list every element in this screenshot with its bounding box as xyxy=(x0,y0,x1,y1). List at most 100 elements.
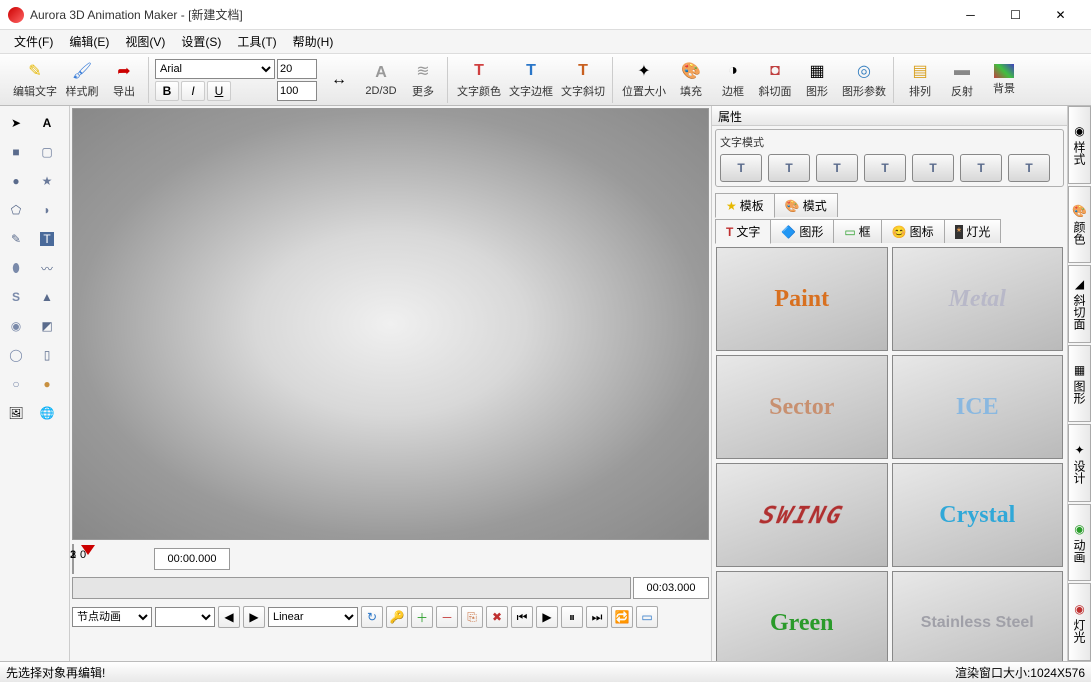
italic-button[interactable]: I xyxy=(181,81,205,101)
text-mode-3[interactable]: T xyxy=(816,154,858,182)
tool-star[interactable]: ★ xyxy=(33,168,61,194)
tool-banner[interactable]: ◗ xyxy=(33,197,61,223)
subtab-text[interactable]: T文字 xyxy=(715,219,771,244)
curve-select[interactable]: Linear xyxy=(268,607,358,627)
pause-button[interactable]: ⏸ xyxy=(561,606,583,628)
text-mode-2[interactable]: T xyxy=(768,154,810,182)
canvas-viewport[interactable] xyxy=(72,108,709,540)
text-border-button[interactable]: T文字边框 xyxy=(506,58,556,102)
text-mode-7[interactable]: T xyxy=(1008,154,1050,182)
subtab-light[interactable]: *灯光 xyxy=(944,219,1002,243)
tool-s[interactable]: S xyxy=(2,284,30,310)
preview-button[interactable]: ▭ xyxy=(636,606,658,628)
template-crystal[interactable]: Crystal xyxy=(892,463,1064,567)
arrange-button[interactable]: ▤排列 xyxy=(900,58,940,102)
menu-view[interactable]: 视图(V) xyxy=(117,31,173,52)
menu-edit[interactable]: 编辑(E) xyxy=(61,31,117,52)
template-ice[interactable]: ICE xyxy=(892,355,1064,459)
anim-preset-select[interactable] xyxy=(155,607,215,627)
go-end-button[interactable]: ⏭ xyxy=(586,606,608,628)
template-green[interactable]: Green xyxy=(716,571,888,661)
menu-file[interactable]: 文件(F) xyxy=(6,31,61,52)
tool-cylinder[interactable]: ⬮ xyxy=(2,255,30,281)
sidetab-color[interactable]: 🎨颜色 xyxy=(1068,186,1091,264)
tool-roundrect[interactable]: ▢ xyxy=(33,139,61,165)
reflect-button[interactable]: ▬反射 xyxy=(942,58,982,102)
play-button[interactable]: ▶ xyxy=(536,606,558,628)
tool-pen[interactable]: ✎ xyxy=(2,226,30,252)
tool-cube[interactable]: ◩ xyxy=(33,313,61,339)
background-button[interactable]: 背景 xyxy=(984,58,1024,102)
minimize-button[interactable]: ─ xyxy=(948,0,993,30)
sidetab-design[interactable]: ✦设计 xyxy=(1068,424,1091,502)
tool-rect[interactable]: ■ xyxy=(2,139,30,165)
sidetab-bevel[interactable]: ◢斜切面 xyxy=(1068,265,1091,343)
go-start-button[interactable]: ⏮ xyxy=(511,606,533,628)
prev-key-button[interactable]: ◀ xyxy=(218,606,240,628)
border-button[interactable]: ◑边框 xyxy=(713,58,753,102)
text-color-button[interactable]: T文字颜色 xyxy=(454,58,504,102)
menu-help[interactable]: 帮助(H) xyxy=(285,31,342,52)
next-key-button[interactable]: ▶ xyxy=(243,606,265,628)
template-metal[interactable]: Metal xyxy=(892,247,1064,351)
text-mode-5[interactable]: T xyxy=(912,154,954,182)
tool-pentagon[interactable]: ⬠ xyxy=(2,197,30,223)
font-size-1[interactable] xyxy=(277,59,317,79)
tool-sphere[interactable]: ◉ xyxy=(2,313,30,339)
more-button[interactable]: ≋更多 xyxy=(403,58,443,102)
shape-button[interactable]: ▦图形 xyxy=(797,58,837,102)
template-stainless[interactable]: Stainless Steel xyxy=(892,571,1064,661)
font-size-2[interactable] xyxy=(277,81,317,101)
kerning-button[interactable]: ↔ xyxy=(319,58,359,102)
font-select[interactable]: Arial xyxy=(155,59,275,79)
text-mode-4[interactable]: T xyxy=(864,154,906,182)
tool-text[interactable]: A xyxy=(33,110,61,136)
fill-button[interactable]: 🎨填充 xyxy=(671,58,711,102)
loop-button[interactable]: 🔁 xyxy=(611,606,633,628)
sidetab-light[interactable]: ◉灯光 xyxy=(1068,583,1091,661)
bold-button[interactable]: B xyxy=(155,81,179,101)
tool-freehand[interactable]: 〰 xyxy=(33,255,61,281)
timeline-track[interactable] xyxy=(72,577,631,599)
style-brush-button[interactable]: 🖌样式刷 xyxy=(62,58,102,102)
tool-pointer[interactable]: ➤ xyxy=(2,110,30,136)
key-button[interactable]: 🔑 xyxy=(386,606,408,628)
tool-image[interactable]: 🖼 xyxy=(2,400,30,426)
tab-template[interactable]: ★模板 xyxy=(715,193,775,218)
export-button[interactable]: ➦导出 xyxy=(104,58,144,102)
pos-size-button[interactable]: ✦位置大小 xyxy=(619,58,669,102)
tool-ring[interactable]: ○ xyxy=(2,371,30,397)
underline-button[interactable]: U xyxy=(207,81,231,101)
shape-params-button[interactable]: ◎图形参数 xyxy=(839,58,889,102)
refresh-button[interactable]: ↻ xyxy=(361,606,383,628)
text-a-button[interactable]: A2D/3D xyxy=(361,58,401,102)
template-swing[interactable]: SWING xyxy=(716,463,888,567)
tool-text3d[interactable]: T xyxy=(33,226,61,252)
text-mode-6[interactable]: T xyxy=(960,154,1002,182)
remove-key-button[interactable]: － xyxy=(436,606,458,628)
template-sector[interactable]: Sector xyxy=(716,355,888,459)
delete-key-button[interactable]: ✖ xyxy=(486,606,508,628)
tool-ball[interactable]: ● xyxy=(33,371,61,397)
text-mode-1[interactable]: T xyxy=(720,154,762,182)
subtab-icon[interactable]: 😊图标 xyxy=(881,219,945,243)
menu-settings[interactable]: 设置(S) xyxy=(173,31,229,52)
template-paint[interactable]: Paint xyxy=(716,247,888,351)
timeline-ruler[interactable]: 0 1 2 3 xyxy=(72,544,74,574)
edit-text-button[interactable]: ✎编辑文字 xyxy=(10,58,60,102)
anim-type-select[interactable]: 节点动画 xyxy=(72,607,152,627)
menu-tools[interactable]: 工具(T) xyxy=(229,31,284,52)
tab-mode[interactable]: 🎨模式 xyxy=(774,193,838,217)
sidetab-anim[interactable]: ◉动画 xyxy=(1068,504,1091,582)
maximize-button[interactable]: ☐ xyxy=(993,0,1038,30)
text-bevel-button[interactable]: T文字斜切 xyxy=(558,58,608,102)
tool-tube[interactable]: ▯ xyxy=(33,342,61,368)
subtab-frame[interactable]: ▭框 xyxy=(833,219,881,243)
sidetab-style[interactable]: ◉样式 xyxy=(1068,106,1091,184)
tool-circle[interactable]: ● xyxy=(2,168,30,194)
close-button[interactable]: ✕ xyxy=(1038,0,1083,30)
sidetab-shape[interactable]: ▦图形 xyxy=(1068,345,1091,423)
bevel-button[interactable]: ◘斜切面 xyxy=(755,58,795,102)
tool-torus[interactable]: ◯ xyxy=(2,342,30,368)
subtab-shape[interactable]: 🔷图形 xyxy=(770,219,834,243)
